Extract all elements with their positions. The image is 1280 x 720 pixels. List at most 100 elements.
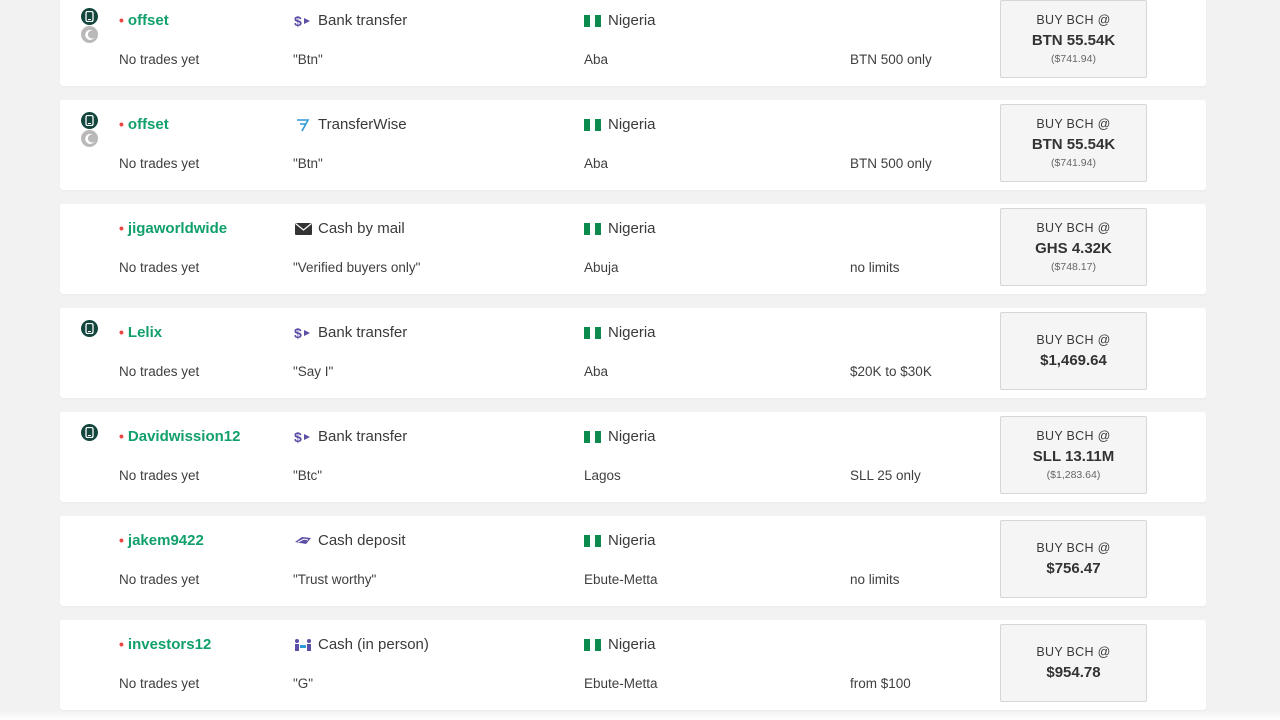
offer-message: "Verified buyers only": [293, 260, 421, 275]
payment-method-label: Bank transfer: [318, 324, 408, 341]
offer-row: • jigaworldwide No trades yet Cash by mail "…: [60, 204, 1206, 294]
payment-method-label: TransferWise: [318, 116, 407, 133]
trader-name: offset: [127, 116, 169, 133]
buy-button-label: BUY BCH @: [1036, 13, 1111, 27]
buy-button[interactable]: BUY BCH @ BTN 55.54K ($741.94): [1000, 0, 1147, 78]
price: BTN 55.54K: [1031, 32, 1116, 49]
usd-price: ($748.17): [1051, 261, 1096, 273]
trade-count: No trades yet: [119, 572, 200, 587]
trade-count: No trades yet: [119, 52, 200, 67]
offer-message: "Btn": [293, 156, 323, 171]
buy-button[interactable]: BUY BCH @ $756.47: [1000, 520, 1147, 598]
bottom-fade: [0, 710, 1280, 720]
nigeria-flag-icon: [584, 326, 602, 339]
status-dot: •: [119, 116, 124, 132]
trader-name-link[interactable]: • Davidwission12: [119, 428, 240, 445]
payment-method-label: Bank transfer: [318, 12, 408, 29]
trade-count: No trades yet: [119, 156, 200, 171]
offer-row: • offset No trades yet $ Bank transfer "Btn" N…: [60, 0, 1206, 86]
city: Aba: [584, 364, 609, 379]
city: Ebute-Metta: [584, 572, 658, 587]
price: $756.47: [1046, 560, 1101, 577]
status-icons: [81, 8, 99, 44]
offer-row: • Lelix No trades yet $ Bank transfer "Say I"…: [60, 308, 1206, 398]
trade-limits: no limits: [850, 260, 900, 275]
buy-button[interactable]: BUY BCH @ BTN 55.54K ($741.94): [1000, 104, 1147, 182]
offer-row: • offset No trades yet TransferWise "Btn" Nig…: [60, 100, 1206, 190]
country-label: Nigeria: [608, 12, 656, 29]
trade-limits: SLL 25 only: [850, 468, 921, 483]
price: GHS 4.32K: [1035, 240, 1112, 257]
phone-icon: [81, 112, 98, 129]
trade-count: No trades yet: [119, 676, 200, 691]
country: Nigeria: [584, 532, 656, 549]
buy-button-label: BUY BCH @: [1036, 645, 1111, 659]
phone-icon: [81, 8, 98, 25]
moon-icon: [81, 130, 98, 147]
offer-row: • Davidwission12 No trades yet $ Bank transf…: [60, 412, 1206, 502]
bank-transfer-icon: $: [293, 326, 313, 340]
svg-text:$: $: [294, 430, 302, 444]
payment-method-label: Cash (in person): [318, 636, 429, 653]
trade-limits: no limits: [850, 572, 900, 587]
nigeria-flag-icon: [584, 534, 602, 547]
svg-text:$: $: [294, 326, 302, 340]
buy-button[interactable]: BUY BCH @ $1,469.64: [1000, 312, 1147, 390]
status-dot: •: [119, 12, 124, 28]
payment-method: Cash (in person): [293, 636, 429, 653]
city: Aba: [584, 156, 609, 171]
nigeria-flag-icon: [584, 430, 602, 443]
cash-in-person-icon: [293, 638, 313, 652]
trader-name: offset: [127, 12, 169, 29]
trader-name-link[interactable]: • jakem9422: [119, 532, 204, 549]
trader-name: Davidwission12: [127, 428, 241, 445]
trader-name: jigaworldwide: [127, 220, 228, 237]
phone-icon: [81, 320, 98, 337]
offer-message: "G": [293, 676, 314, 691]
usd-price: ($1,283.64): [1046, 469, 1101, 481]
country-label: Nigeria: [608, 220, 656, 237]
country-label: Nigeria: [608, 324, 656, 341]
trader-name: jakem9422: [127, 532, 204, 549]
price: BTN 55.54K: [1031, 136, 1116, 153]
trader-name-link[interactable]: • offset: [119, 116, 169, 133]
buy-button-label: BUY BCH @: [1036, 117, 1111, 131]
moon-icon: [81, 26, 98, 43]
price: SLL 13.11M: [1032, 448, 1115, 465]
city: Lagos: [584, 468, 621, 483]
trade-count: No trades yet: [119, 468, 200, 483]
buy-button-label: BUY BCH @: [1036, 221, 1111, 235]
trade-limits: BTN 500 only: [850, 52, 932, 67]
country: Nigeria: [584, 116, 656, 133]
payment-method: $ Bank transfer: [293, 12, 407, 29]
trade-count: No trades yet: [119, 364, 200, 379]
country: Nigeria: [584, 324, 656, 341]
country-label: Nigeria: [608, 532, 656, 549]
city: Ebute-Metta: [584, 676, 658, 691]
trader-name-link[interactable]: • investors12: [119, 636, 211, 653]
offer-row: • jakem9422 No trades yet Cash deposit "Trus…: [60, 516, 1206, 606]
payment-method: TransferWise: [293, 116, 407, 133]
country: Nigeria: [584, 428, 656, 445]
status-dot: •: [119, 324, 124, 340]
country-label: Nigeria: [608, 428, 656, 445]
payment-method-label: Cash deposit: [318, 532, 406, 549]
city: Abuja: [584, 260, 619, 275]
buy-button[interactable]: BUY BCH @ SLL 13.11M ($1,283.64): [1000, 416, 1147, 494]
buy-button-label: BUY BCH @: [1036, 429, 1111, 443]
country: Nigeria: [584, 636, 656, 653]
trader-name-link[interactable]: • offset: [119, 12, 169, 29]
trader-name-link[interactable]: • Lelix: [119, 324, 162, 341]
buy-button[interactable]: BUY BCH @ $954.78: [1000, 624, 1147, 702]
payment-method-label: Bank transfer: [318, 428, 408, 445]
trader-name-link[interactable]: • jigaworldwide: [119, 220, 227, 237]
status-dot: •: [119, 636, 124, 652]
usd-price: ($741.94): [1051, 157, 1096, 169]
offer-message: "Say I": [293, 364, 334, 379]
trade-limits: $20K to $30K: [850, 364, 932, 379]
buy-button[interactable]: BUY BCH @ GHS 4.32K ($748.17): [1000, 208, 1147, 286]
price: $954.78: [1046, 664, 1101, 681]
offer-message: "Trust worthy": [293, 572, 377, 587]
bank-transfer-icon: $: [293, 430, 313, 444]
status-icons: [81, 424, 99, 442]
